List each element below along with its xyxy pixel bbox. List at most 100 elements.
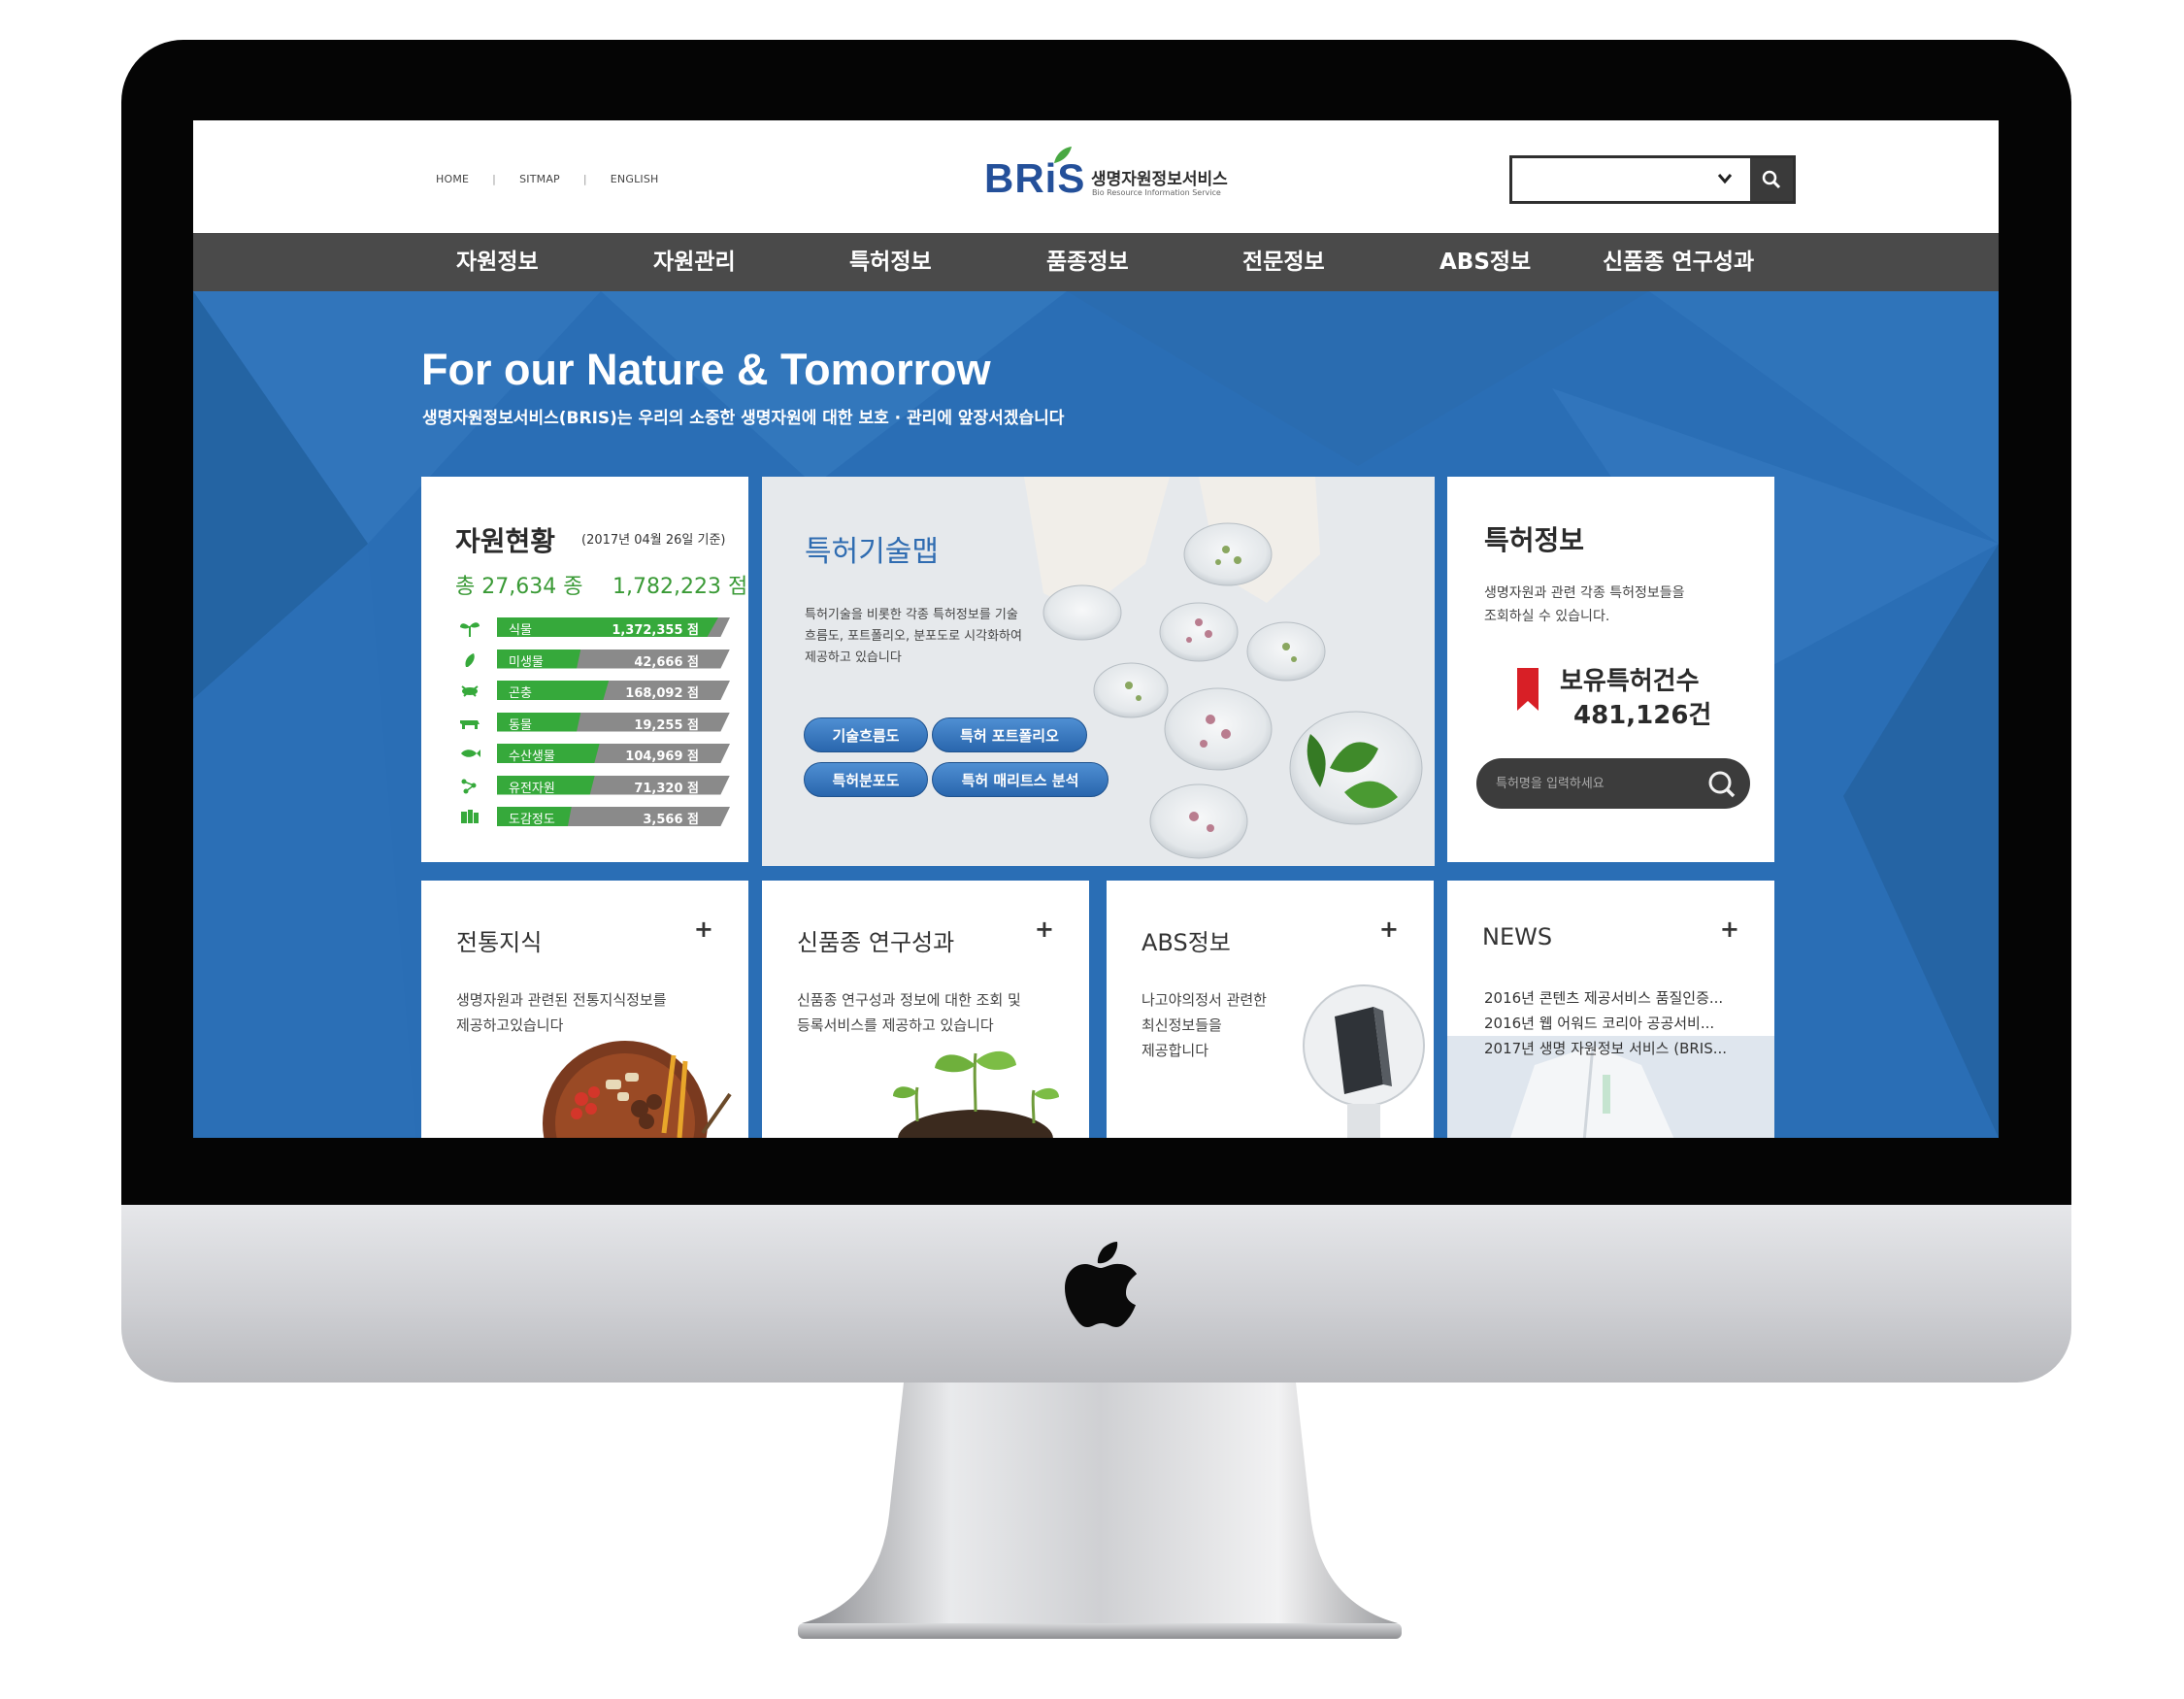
patent-info-description: 생명자원과 관련 각종 특허정보들을 조회하실 수 있습니다. [1484, 582, 1685, 628]
util-link-sitemap[interactable]: SITMAP [519, 173, 560, 185]
gene-icon [461, 779, 477, 793]
resource-value: 42,666 점 [634, 654, 699, 670]
total-species: 총 27,634 종 [455, 575, 583, 599]
description-line: 생명자원과 관련된 전통지식정보를 [456, 991, 667, 1009]
site-logo[interactable]: BRiS 생명자원정보서비스 Bio Resource Information … [984, 147, 1256, 208]
plus-icon[interactable]: + [1379, 916, 1399, 943]
news-item[interactable]: 2016년 콘텐츠 제공서비스 품질인증... [1484, 987, 1723, 1008]
resource-label: 식물 [509, 623, 532, 638]
search-button[interactable] [1750, 158, 1793, 201]
resource-status-card: 자원현황 (2017년 04월 26일 기준) 총 27,634 종 1,782… [421, 477, 748, 862]
plus-icon[interactable]: + [1035, 916, 1054, 943]
nav-item-patent-info[interactable]: 특허정보 [849, 233, 932, 291]
patent-count-label: 보유특허건수 [1560, 667, 1700, 696]
description-line: 등록서비스를 제공하고 있습니다 [797, 1016, 994, 1034]
patent-info-desc-line: 생명자원과 관련 각종 특허정보들을 [1484, 585, 1685, 601]
fish-icon [461, 750, 480, 757]
resource-value: 19,255 점 [634, 717, 699, 733]
resource-bar: 도감정도 3,566 점 [497, 807, 730, 826]
lightbulb-book-image [1303, 984, 1425, 1138]
abs-info-card[interactable]: ABS정보 + 나고야의정서 관련한 최신정보들을 제공합니다 [1107, 881, 1434, 1138]
resource-status-date: (2017년 04월 26일 기준) [581, 533, 726, 548]
patent-info-card: 특허정보 생명자원과 관련 각종 특허정보들을 조회하실 수 있습니다. 보유특… [1447, 477, 1774, 862]
search-icon[interactable] [1707, 770, 1737, 799]
patent-search-input[interactable] [1496, 768, 1690, 799]
resource-label: 미생물 [509, 654, 544, 670]
patent-info-desc-line: 조회하실 수 있습니다. [1484, 609, 1610, 624]
sprout-image [893, 1050, 1059, 1138]
util-separator: | [582, 173, 587, 185]
resource-row[interactable]: 식물 1,372,355 점 [458, 616, 732, 638]
nav-item-resource-info[interactable]: 자원정보 [456, 233, 539, 291]
news-item[interactable]: 2016년 웹 어워드 코리아 공공서비... [1484, 1013, 1714, 1033]
resource-value: 3,566 점 [643, 813, 699, 827]
patent-search-bar [1476, 758, 1750, 809]
news-card[interactable]: NEWS + 2016년 콘텐츠 제공서비스 품질인증... 2016년 웹 어… [1447, 881, 1774, 1138]
insect-icon [461, 685, 479, 697]
patent-map-title: 특허기술맵 [805, 535, 939, 569]
resource-bar: 동물 19,255 점 [497, 712, 730, 733]
resource-status-title: 자원현황 [455, 525, 556, 557]
patent-portfolio-button[interactable]: 특허 포트폴리오 [932, 717, 1087, 752]
patent-map-description: 특허기술을 비롯한 각종 특허정보를 기술흐름도, 포트폴리오, 분포도로 시각… [805, 608, 1022, 665]
resource-label: 수산생물 [509, 750, 555, 764]
resource-label: 동물 [509, 717, 532, 733]
patent-info-title: 특허정보 [1484, 524, 1585, 556]
resource-bar: 유전자원 71,320 점 [497, 775, 730, 796]
new-variety-title: 신품종 연구성과 [797, 929, 955, 956]
patent-map-card[interactable]: 특허기술맵 특허기술을 비롯한 각종 특허정보를 기술흐름도, 포트폴리오, 분… [762, 477, 1435, 866]
description-line: 최신정보들을 [1142, 1016, 1222, 1034]
apple-logo-icon [1065, 1242, 1137, 1327]
resource-row[interactable]: 동물 19,255 점 [458, 712, 732, 733]
hero-title: For our Nature & Tomorrow [421, 345, 991, 394]
nav-item-abs-info[interactable]: ABS정보 [1439, 233, 1531, 291]
resource-value: 168,092 점 [625, 686, 699, 701]
resource-row[interactable]: 미생물 42,666 점 [458, 649, 732, 670]
utility-links: HOME | SITMAP | ENGLISH [436, 173, 659, 185]
main-content: For our Nature & Tomorrow 생명자원정보서비스(BRIS… [193, 291, 1999, 1138]
main-navigation: 자원정보 자원관리 특허정보 품종정보 전문정보 ABS정보 신품종 연구성과 [193, 233, 1999, 291]
news-title: NEWS [1482, 923, 1553, 950]
bookmark-icon [1517, 668, 1539, 711]
resource-label: 유전자원 [509, 781, 555, 796]
resource-row[interactable]: 유전자원 71,320 점 [458, 775, 732, 796]
nav-item-resource-management[interactable]: 자원관리 [653, 233, 736, 291]
resource-row[interactable]: 수산생물 104,969 점 [458, 743, 732, 764]
logo-name-kr: 생명자원정보서비스 [1091, 170, 1228, 189]
traditional-knowledge-card[interactable]: 전통지식 + 생명자원과 관련된 전통지식정보를 제공하고있습니다 [421, 881, 748, 1138]
book-icon [461, 810, 479, 823]
plus-icon[interactable]: + [1720, 916, 1739, 943]
chevron-down-icon[interactable] [1717, 173, 1733, 184]
new-variety-description: 신품종 연구성과 정보에 대한 조회 및 등록서비스를 제공하고 있습니다 [797, 987, 1021, 1038]
patent-merits-analysis-button[interactable]: 특허 매리트스 분석 [932, 762, 1109, 797]
news-item[interactable]: 2017년 생명 자원정보 서비스 (BRIS... [1484, 1038, 1727, 1058]
resource-bar: 곤충 168,092 점 [497, 681, 730, 700]
logo-name-en: Bio Resource Information Service [1092, 188, 1221, 197]
microbe-icon [465, 652, 475, 667]
traditional-knowledge-title: 전통지식 [456, 929, 543, 956]
nav-item-expert-info[interactable]: 전문정보 [1242, 233, 1325, 291]
site-search[interactable] [1509, 155, 1796, 204]
resource-row[interactable]: 곤충 168,092 점 [458, 680, 732, 701]
description-line: 제공합니다 [1142, 1042, 1209, 1059]
resource-label: 도감정도 [509, 813, 555, 827]
abs-info-description: 나고야의정서 관련한 최신정보들을 제공합니다 [1142, 987, 1267, 1063]
util-link-home[interactable]: HOME [436, 173, 469, 185]
tech-flow-button[interactable]: 기술흐름도 [804, 717, 928, 752]
new-variety-card[interactable]: 신품종 연구성과 + 신품종 연구성과 정보에 대한 조회 및 등록서비스를 제… [762, 881, 1089, 1138]
plus-icon[interactable]: + [694, 916, 713, 943]
util-separator: | [492, 173, 497, 185]
util-link-english[interactable]: ENGLISH [611, 173, 659, 185]
nav-item-new-variety[interactable]: 신품종 연구성과 [1603, 233, 1754, 291]
resource-bar: 수산생물 104,969 점 [497, 744, 730, 763]
leaf-icon [1054, 147, 1072, 163]
resource-row[interactable]: 도감정도 3,566 점 [458, 806, 732, 827]
patent-distribution-button[interactable]: 특허분포도 [804, 762, 928, 797]
herbal-medicine-image [543, 1041, 732, 1138]
search-icon [1762, 170, 1781, 189]
plant-icon [460, 622, 480, 637]
nav-item-variety-info[interactable]: 품종정보 [1046, 233, 1129, 291]
resource-value: 71,320 점 [634, 781, 699, 796]
animal-icon [460, 719, 480, 729]
description-line: 신품종 연구성과 정보에 대한 조회 및 [797, 991, 1021, 1009]
